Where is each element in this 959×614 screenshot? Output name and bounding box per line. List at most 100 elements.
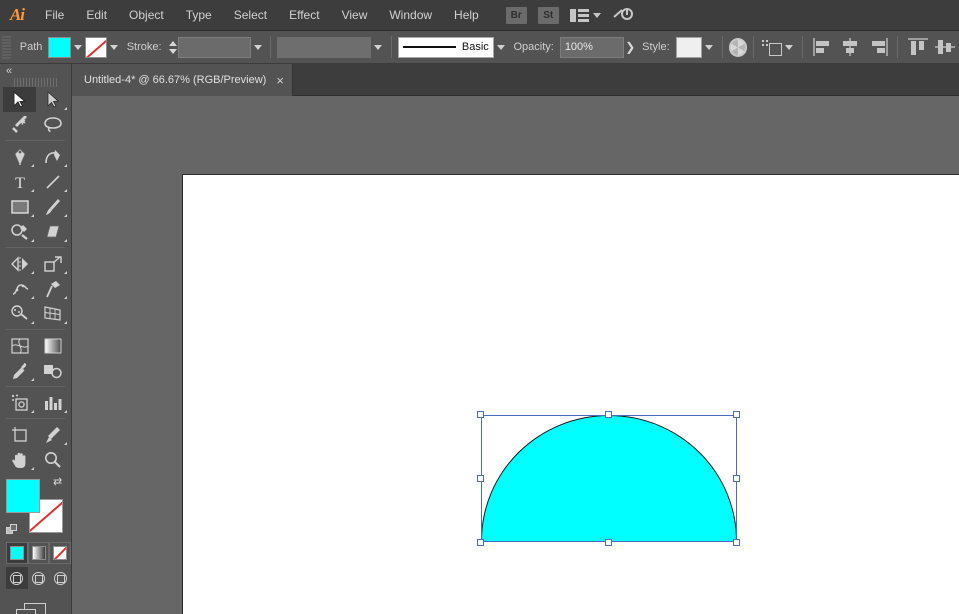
bridge-icon[interactable]: Br [505, 6, 527, 24]
normal-screen-mode-button[interactable] [6, 567, 28, 589]
align-vertical-center-icon[interactable] [935, 38, 956, 56]
brush-stroke-preview-icon [402, 46, 456, 48]
opacity-input[interactable]: 100% [559, 36, 625, 58]
handle-middle-right[interactable] [733, 475, 740, 482]
opacity-label: Opacity: [513, 41, 554, 53]
brush-definition-select[interactable]: Basic [397, 36, 494, 58]
document-tab[interactable]: Untitled-4* @ 66.67% (RGB/Preview) × [72, 64, 293, 96]
handle-top-right[interactable] [733, 411, 740, 418]
align-top-icon[interactable] [907, 38, 928, 56]
stroke-weight-label: Stroke: [126, 41, 162, 53]
handle-bottom-center[interactable] [605, 539, 612, 546]
rotate-tool[interactable] [3, 251, 36, 276]
tools-panel-grip[interactable] [14, 78, 57, 87]
search-adobe-stock-icon[interactable] [612, 5, 634, 26]
menu-help[interactable]: Help [443, 0, 490, 31]
stroke-dropdown-icon[interactable] [107, 37, 121, 58]
document-tab-title: Untitled-4* @ 66.67% (RGB/Preview) [84, 74, 267, 86]
canvas-area[interactable] [72, 96, 959, 614]
tool-divider [3, 415, 69, 422]
transform-icon[interactable] [760, 38, 782, 56]
recolor-artwork-icon[interactable] [728, 37, 748, 57]
free-transform-tool[interactable] [36, 276, 69, 301]
toolbar-fill-swatch[interactable] [6, 479, 40, 513]
full-screen-menu-mode-button[interactable] [28, 567, 50, 589]
fill-color-swatch[interactable] [48, 36, 71, 58]
menu-object[interactable]: Object [118, 0, 175, 31]
perspective-grid-tool[interactable] [36, 301, 69, 326]
arrange-documents-icon[interactable] [16, 603, 48, 614]
align-left-icon[interactable] [812, 38, 833, 56]
rectangle-tool[interactable] [3, 194, 36, 219]
workspace-switcher-button[interactable] [569, 8, 601, 22]
color-mode-button[interactable] [6, 542, 28, 564]
type-tool[interactable]: T [3, 169, 36, 194]
paintbrush-tool[interactable] [36, 194, 69, 219]
stroke-weight-dropdown-icon[interactable] [251, 37, 265, 58]
style-dropdown-icon[interactable] [702, 37, 716, 58]
stroke-weight-stepper[interactable] [168, 37, 179, 58]
default-fill-stroke-icon[interactable] [6, 524, 19, 537]
eyedropper-tool[interactable] [3, 358, 36, 383]
gradient-mode-button[interactable] [27, 542, 50, 564]
close-icon[interactable]: × [276, 74, 284, 87]
opacity-options-icon[interactable]: ❯ [624, 40, 636, 54]
magic-wand-tool[interactable] [3, 112, 36, 137]
artboard-tool[interactable] [3, 422, 36, 447]
artboard[interactable] [182, 174, 959, 614]
gradient-tool[interactable] [36, 333, 69, 358]
handle-bottom-right[interactable] [733, 539, 740, 546]
width-profile-dropdown-icon[interactable] [371, 37, 385, 58]
hand-tool[interactable] [3, 447, 36, 472]
menu-edit[interactable]: Edit [75, 0, 118, 31]
lasso-tool[interactable] [36, 112, 69, 137]
symbol-sprayer-tool[interactable] [3, 390, 36, 415]
stroke-weight-input[interactable] [178, 36, 251, 58]
direct-selection-tool[interactable] [36, 87, 69, 112]
none-icon [53, 546, 68, 560]
blend-tool[interactable] [36, 358, 69, 383]
control-panel-grip[interactable] [2, 35, 11, 59]
fill-stroke-controls: ⇄ [6, 477, 66, 539]
graphic-style-swatch[interactable] [675, 36, 703, 58]
menu-window[interactable]: Window [378, 0, 443, 31]
handle-top-left[interactable] [477, 411, 484, 418]
mesh-tool[interactable] [3, 333, 36, 358]
menu-type[interactable]: Type [175, 0, 223, 31]
transform-dropdown-icon[interactable] [782, 37, 796, 58]
stock-icon[interactable]: St [537, 6, 559, 24]
none-mode-button[interactable] [49, 542, 72, 564]
zoom-tool[interactable] [36, 447, 69, 472]
handle-middle-left[interactable] [477, 475, 484, 482]
selected-object[interactable] [477, 411, 740, 546]
full-screen-mode-button[interactable] [49, 567, 71, 589]
selection-type-label: Path [19, 41, 43, 53]
shaper-tool[interactable] [3, 219, 36, 244]
stroke-color-swatch[interactable] [84, 36, 108, 58]
selection-tool[interactable] [3, 87, 36, 112]
fill-dropdown-icon[interactable] [71, 37, 85, 58]
pen-tool[interactable] [3, 144, 36, 169]
color-icon [9, 546, 24, 560]
menu-select[interactable]: Select [223, 0, 278, 31]
eraser-tool[interactable] [36, 219, 69, 244]
scale-tool[interactable] [36, 251, 69, 276]
shape-builder-tool[interactable] [3, 301, 36, 326]
brush-dropdown-icon[interactable] [494, 37, 508, 58]
line-segment-tool[interactable] [36, 169, 69, 194]
curvature-tool[interactable] [36, 144, 69, 169]
handle-top-center[interactable] [605, 411, 612, 418]
align-horizontal-center-icon[interactable] [840, 38, 860, 56]
slice-tool[interactable] [36, 422, 69, 447]
align-right-icon[interactable] [868, 38, 888, 56]
column-graph-tool[interactable] [36, 390, 69, 415]
swap-fill-stroke-icon[interactable]: ⇄ [53, 477, 66, 490]
width-tool[interactable] [3, 276, 36, 301]
menu-effect[interactable]: Effect [278, 0, 330, 31]
width-profile-input[interactable] [277, 36, 372, 58]
menu-file[interactable]: File [34, 0, 75, 31]
handle-bottom-left[interactable] [477, 539, 484, 546]
menu-view[interactable]: View [331, 0, 379, 31]
collapse-panel-icon[interactable]: « [6, 65, 12, 77]
tools-panel-header: « [0, 64, 71, 78]
